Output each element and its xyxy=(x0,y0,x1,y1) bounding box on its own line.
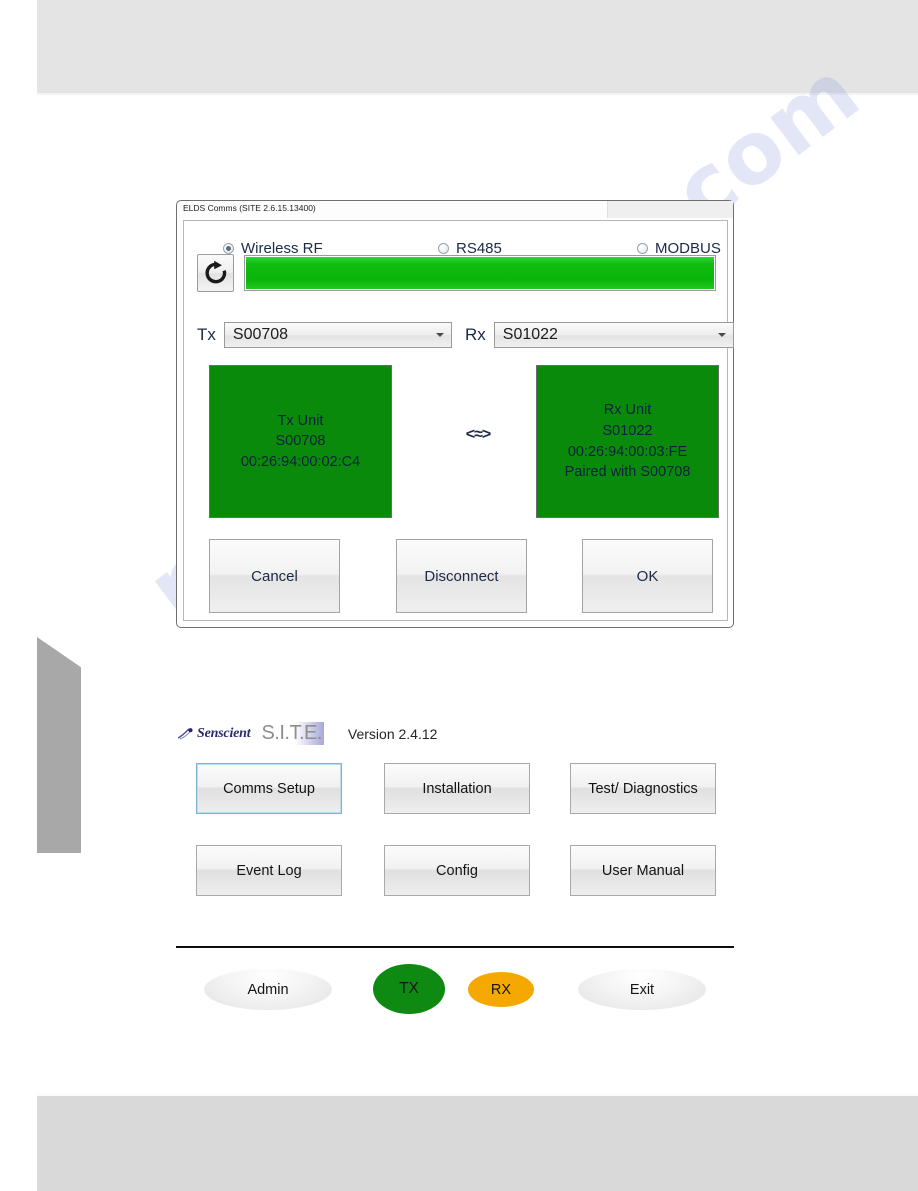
radio-indicator-icon xyxy=(637,243,648,254)
tx-unit-lines: Tx Unit S00708 00:26:94:00:02:C4 xyxy=(241,411,360,473)
titlebar-filler xyxy=(607,201,733,218)
tx-label: Tx xyxy=(197,325,216,344)
cancel-button[interactable]: Cancel xyxy=(209,539,340,613)
brand-version: Version 2.4.12 xyxy=(347,725,438,742)
pill-button-label: TX xyxy=(399,980,419,997)
menu-button-installation[interactable]: Installation xyxy=(384,763,530,814)
tx-unit-title: Tx Unit xyxy=(277,412,324,429)
radio-indicator-icon xyxy=(223,243,234,254)
page-bottom-band xyxy=(37,1093,918,1191)
menu-button-label: User Manual xyxy=(601,862,685,879)
tx-unit-mac: 00:26:94:00:02:C4 xyxy=(240,453,361,470)
disconnect-button-label: Disconnect xyxy=(424,567,499,585)
rx-unit-title: Rx Unit xyxy=(603,402,652,419)
dialog-title: ELDS Comms (SITE 2.6.15.13400) xyxy=(183,203,316,213)
rx-select-value: S01022 xyxy=(502,326,558,343)
rx-unit-serial: S01022 xyxy=(602,422,653,439)
section-divider xyxy=(176,946,734,948)
rx-unit-status-panel[interactable]: Rx Unit S01022 00:26:94:00:03:FE Paired … xyxy=(536,365,719,518)
ok-button[interactable]: OK xyxy=(582,539,713,613)
menu-button-user-manual[interactable]: User Manual xyxy=(570,845,716,896)
disconnect-button[interactable]: Disconnect xyxy=(396,539,527,613)
pill-button-label: Admin xyxy=(247,981,289,998)
dialog-body: Wireless RF RS485 MODBUS Tx S00708 Rx S0… xyxy=(183,220,734,621)
menu-button-label: Installation xyxy=(422,780,492,797)
menu-button-label: Comms Setup xyxy=(223,780,315,797)
chevron-down-icon xyxy=(717,333,726,337)
wireless-link-symbol: <≈> xyxy=(465,426,491,443)
dialog-titlebar: ELDS Comms (SITE 2.6.15.13400) xyxy=(177,201,733,219)
menu-button-label: Event Log xyxy=(236,862,302,879)
rx-select[interactable]: S01022 xyxy=(493,322,734,348)
refresh-circular-arrow-icon xyxy=(203,260,229,286)
chevron-down-icon xyxy=(435,333,444,337)
brand-product: S.I.T.E. xyxy=(259,722,324,745)
tx-select[interactable]: S00708 xyxy=(223,322,452,348)
pill-button-label: RX xyxy=(490,981,512,998)
menu-button-label: Test/ Diagnostics xyxy=(588,780,698,797)
brand-row: Senscient S.I.T.E. Version 2.4.12 xyxy=(178,722,437,745)
menu-button-label: Config xyxy=(436,862,478,879)
cancel-button-label: Cancel xyxy=(251,567,298,585)
refresh-button[interactable] xyxy=(197,254,234,292)
menu-button-config[interactable]: Config xyxy=(384,845,530,896)
menu-button-comms-setup[interactable]: Comms Setup xyxy=(196,763,342,814)
page-top-band xyxy=(37,0,918,95)
ok-button-label: OK xyxy=(636,567,659,585)
brand-company: Senscient xyxy=(197,725,251,741)
pill-button-rx[interactable]: RX xyxy=(468,972,534,1007)
pill-button-exit[interactable]: Exit xyxy=(578,969,706,1010)
rx-unit-lines: Rx Unit S01022 00:26:94:00:03:FE Paired … xyxy=(565,400,691,482)
pill-button-admin[interactable]: Admin xyxy=(204,969,332,1010)
rx-label: Rx xyxy=(465,325,486,344)
tx-select-value: S00708 xyxy=(232,326,289,343)
senscient-swoosh-icon xyxy=(178,727,197,741)
tx-unit-serial: S00708 xyxy=(275,433,326,450)
progress-fill xyxy=(246,257,714,289)
rx-unit-paired: Paired with S00708 xyxy=(564,464,691,481)
menu-button-event-log[interactable]: Event Log xyxy=(196,845,342,896)
tx-select-group: Tx S00708 xyxy=(197,322,452,348)
connection-progress-bar xyxy=(244,255,716,291)
pill-button-label: Exit xyxy=(629,981,655,998)
page-left-tab xyxy=(37,637,81,853)
rx-unit-mac: 00:26:94:00:03:FE xyxy=(567,443,688,460)
rx-select-group: Rx S01022 xyxy=(465,322,734,348)
elds-comms-dialog: ELDS Comms (SITE 2.6.15.13400) Wireless … xyxy=(176,200,734,628)
radio-indicator-icon xyxy=(438,243,449,254)
menu-button-test-diagnostics[interactable]: Test/ Diagnostics xyxy=(570,763,716,814)
pill-button-tx[interactable]: TX xyxy=(373,964,445,1014)
tx-unit-status-panel[interactable]: Tx Unit S00708 00:26:94:00:02:C4 xyxy=(209,365,392,518)
